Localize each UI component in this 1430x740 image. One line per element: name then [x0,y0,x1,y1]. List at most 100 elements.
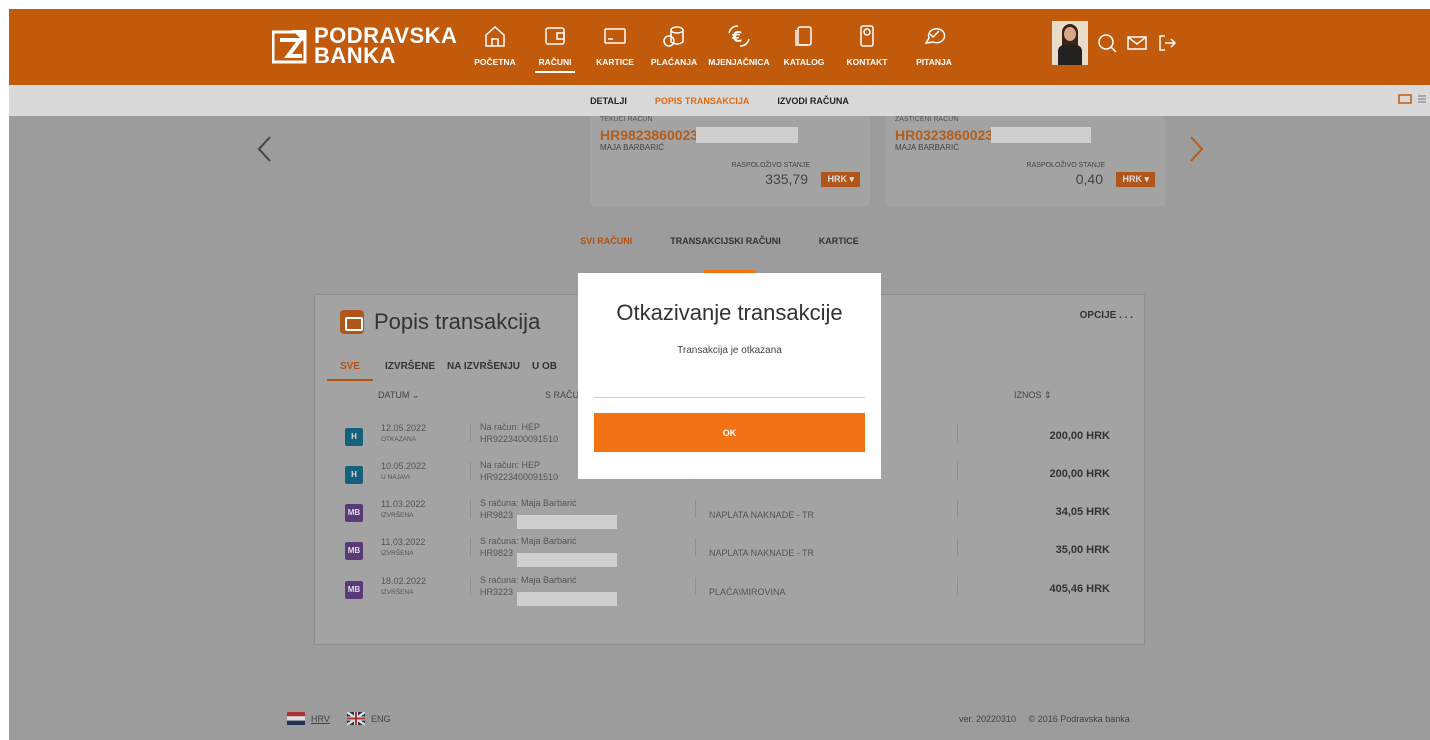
divider [957,424,958,442]
transaction-status: IZVRŠENA [381,512,414,519]
logout-icon[interactable] [1156,32,1178,54]
nav-item-racuni[interactable]: RAČUNI [525,9,585,85]
transaction-date: 10.05.2022 [381,461,427,471]
ok-button[interactable]: OK [594,413,865,452]
transaction-account: HR9223400091510 [480,472,559,482]
nav-item-kartice[interactable]: KARTICE [585,9,645,85]
nav-item-pitanja[interactable]: PITANJA [901,9,967,85]
options-button[interactable]: OPCIJE . . . [1080,310,1133,321]
tab-transakcijski-racuni[interactable]: TRANSAKCIJSKI RAČUNI [670,236,781,246]
modal-message: Transakcija je otkazana [677,345,782,356]
currency-select[interactable]: HRK ▾ [821,172,860,187]
badge-label: MB [347,508,361,517]
help-icon[interactable] [1096,32,1118,54]
category-badge: MB [345,504,363,522]
nav-label: POČETNA [474,57,516,67]
avatar[interactable] [1052,21,1088,65]
category-badge: MB [345,542,363,560]
uk-flag-icon [347,712,365,725]
filter-sve[interactable]: SVE [327,361,374,381]
redaction [517,592,617,606]
account-owner: MAJA BARBARIĆ [600,143,665,152]
contact-icon [860,25,874,47]
badge-label: H [351,470,357,479]
tab-kartice[interactable]: KARTICE [819,236,859,246]
status-filters: SVE IZVRŠENE NA IZVRŠENJU U OB [327,361,557,381]
coins-icon [663,26,684,47]
redaction [517,553,617,567]
nav-item-katalog[interactable]: KATALOG [775,9,833,85]
transaction-amount: 200,00 HRK [1049,430,1110,442]
column-amount[interactable]: IZNOS ⇕ [1014,390,1052,401]
transaction-status: IZVRŠENA [381,550,414,557]
questions-icon [924,28,946,44]
nav-label: KONTAKT [846,57,888,67]
account-card[interactable]: ZAŠTIĆENI RAČUN HR0323860023 MAJA BARBAR… [885,116,1165,206]
filter-u-obradi[interactable]: U OB [532,361,557,381]
divider [470,538,471,556]
account-card[interactable]: TEKUĆI RAČUN HR9823860023 MAJA BARBARIĆ … [590,116,870,206]
divider [695,500,696,518]
version: ver. 20220310 [959,714,1017,724]
wallet-icon [340,310,364,334]
divider [957,500,958,518]
account-type: TEKUĆI RAČUN [600,116,653,123]
grid-view-icon[interactable] [1398,94,1412,104]
account-owner: MAJA BARBARIĆ [895,143,960,152]
redaction [517,515,617,529]
nav-label: PLAĆANJA [650,57,698,67]
chevron-right-icon[interactable] [1186,134,1206,164]
divider [470,577,471,595]
badge-label: MB [347,546,361,555]
redaction [991,127,1091,143]
transaction-amount: 405,46 HRK [1049,583,1110,595]
subnav-detalji[interactable]: DETALJI [590,96,627,106]
lang-hrv[interactable]: HRV [287,712,330,725]
transaction-row[interactable]: MB 11.03.2022 IZVRŠENA S računa: Maja Barba… [345,498,1125,529]
transaction-row[interactable]: MB 18.02.2022 IZVRŠENA S računa: Maja Barba… [345,575,1125,606]
tab-svi-racuni[interactable]: SVI RAČUNI [580,236,632,246]
column-date[interactable]: DATUM ⌄ [378,390,419,401]
user-zone [1052,21,1178,65]
nav-item-placanja[interactable]: PLAĆANJA [645,9,703,85]
transaction-account: HR3223 [480,587,514,597]
account-type-tabs: SVI RAČUNI TRANSAKCIJSKI RAČUNI KARTICE [9,236,1430,246]
view-toggle [1398,94,1426,104]
logo-text: PODRAVSKA BANKA [314,25,457,67]
nav-label: RAČUNI [538,57,572,67]
account-balance: 0,40 [1075,171,1103,187]
category-badge: H [345,428,363,446]
nav-item-pocetna[interactable]: POČETNA [465,9,525,85]
transaction-purpose: NAPLATA NAKNADE - TR [709,510,815,520]
copyright: © 2016 Podravska banka [1028,714,1130,724]
catalog-icon [795,26,812,46]
mail-icon[interactable] [1126,32,1148,54]
footer: HRV ENG ver. 20220310 © 2016 Podravska b… [9,698,1430,740]
main-nav: POČETNA RAČUNI KARTICE PLAĆANJA € MJENJA… [465,9,967,85]
redaction [696,127,798,143]
list-view-icon[interactable] [1418,94,1426,104]
filter-izvrsene[interactable]: IZVRŠENE [385,361,435,381]
bank-logo[interactable]: PODRAVSKA BANKA [272,25,457,67]
currency-select[interactable]: HRK ▾ [1116,172,1155,187]
category-badge: MB [345,581,363,599]
top-navigation-bar: PODRAVSKA BANKA POČETNA RAČUNI KARTICE P… [9,9,1430,85]
nav-item-mjenjacnica[interactable]: € MJENJAČNICA [703,9,775,85]
subnav-popis-transakcija[interactable]: POPIS TRANSAKCIJA [655,96,750,106]
transaction-status: OTKAZANA [381,436,417,443]
filter-na-izvrsenju[interactable]: NA IZVRŠENJU [447,361,520,381]
transaction-counterparty: S računa: Maja Barbarić [480,536,577,546]
divider [695,577,696,595]
transaction-counterparty: S računa: Maja Barbarić [480,575,577,585]
footer-copyright: ver. 20220310 © 2016 Podravska banka [959,714,1130,724]
lang-eng[interactable]: ENG [347,712,391,725]
chevron-left-icon[interactable] [255,134,275,164]
transaction-date: 12.05.2022 [381,423,427,433]
nav-item-kontakt[interactable]: KONTAKT [833,9,901,85]
badge-label: H [351,432,357,441]
transaction-row[interactable]: MB 11.03.2022 IZVRŠENA S računa: Maja Barba… [345,536,1125,567]
lang-hrv-label: HRV [311,713,330,724]
transaction-status: U NAJAVI [381,474,410,481]
transaction-status: IZVRŠENA [381,589,414,596]
subnav-izvodi-racuna[interactable]: IZVODI RAČUNA [777,96,849,106]
